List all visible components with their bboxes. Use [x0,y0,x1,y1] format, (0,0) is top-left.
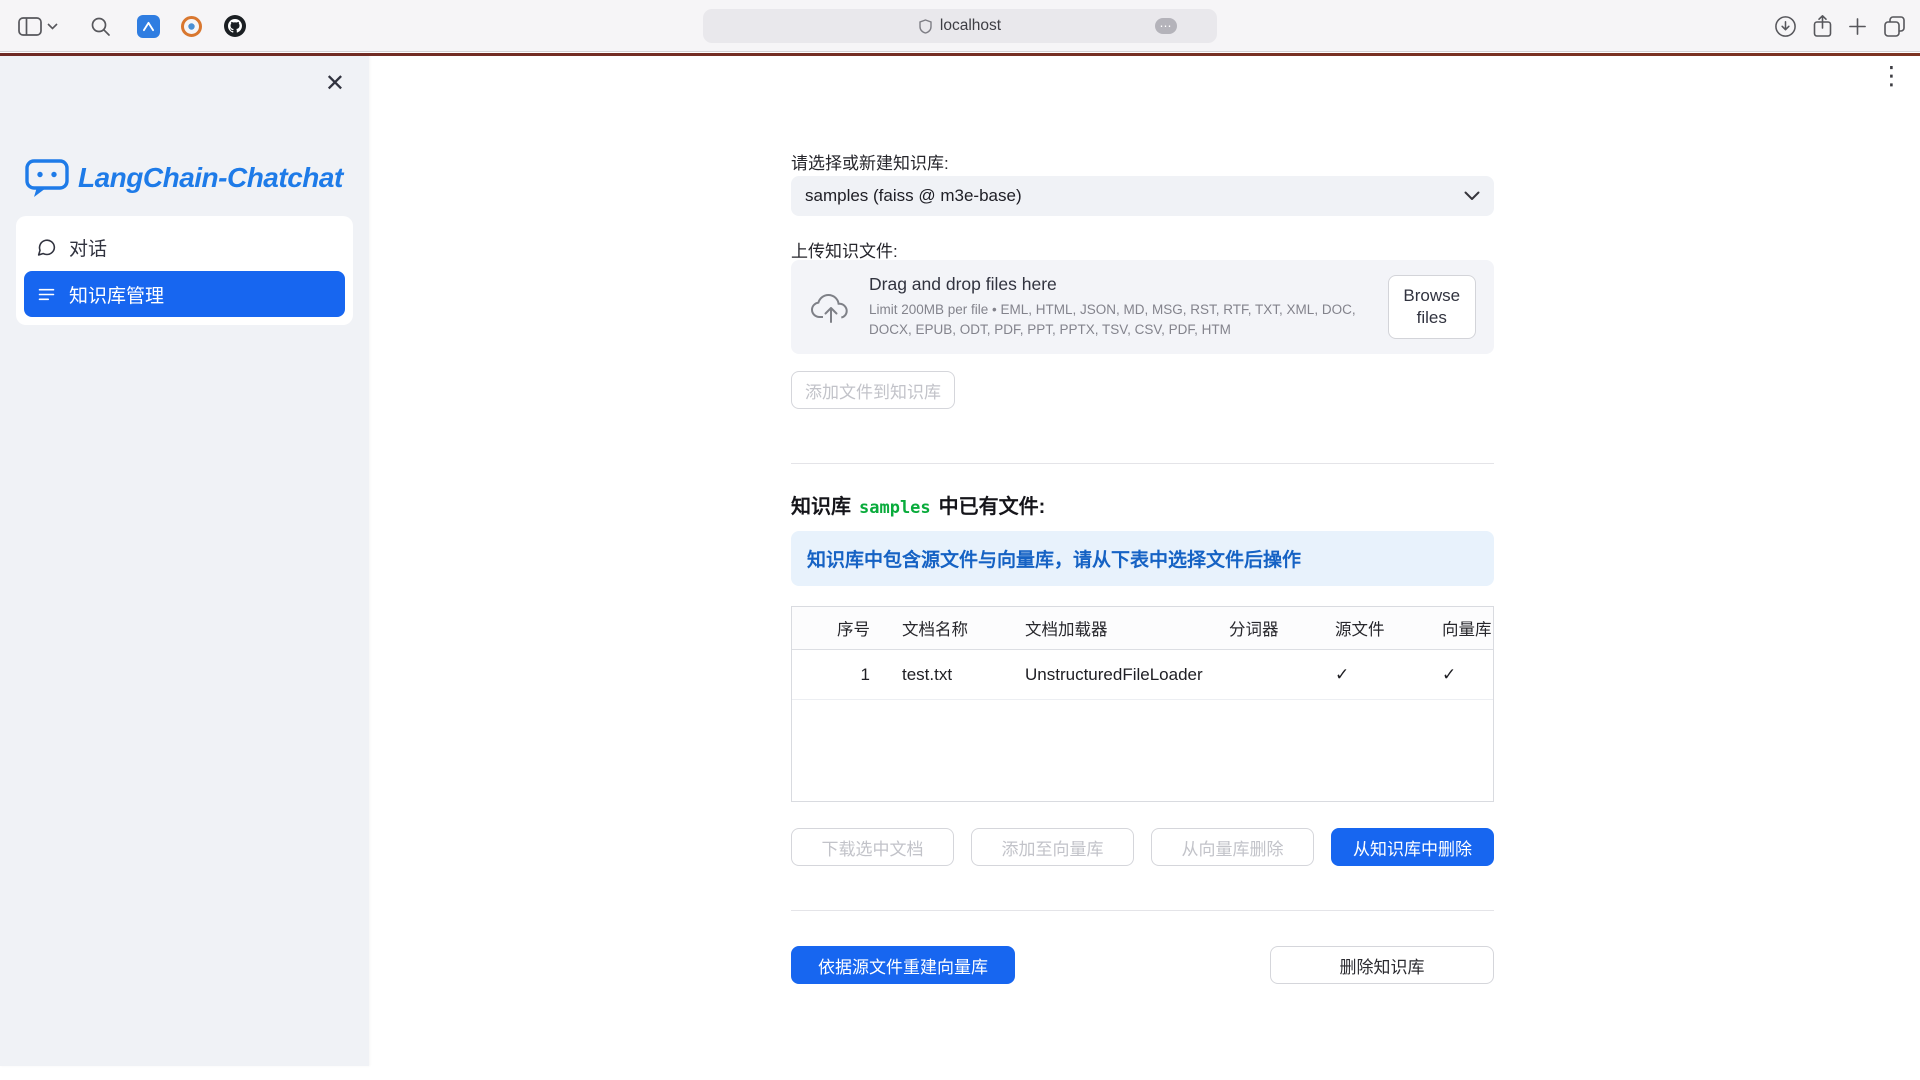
search-button[interactable] [90,16,111,37]
sidebar-nav: 对话 知识库管理 [16,216,353,325]
add-files-to-kb-button[interactable]: 添加文件到知识库 [791,371,955,409]
kb-select-label: 请选择或新建知识库: [791,149,949,174]
download-icon [1774,15,1797,38]
nav-item-label: 知识库管理 [69,281,164,308]
chevron-down-icon [1464,191,1480,201]
share-button[interactable] [1813,14,1832,38]
kb-select[interactable]: samples (faiss @ m3e-base) [791,176,1494,216]
app-logo: LangChain-Chatchat [24,156,343,200]
downloads-button[interactable] [1774,15,1797,38]
browse-files-button[interactable]: Browse files [1388,275,1476,339]
toolbar-left-group [18,0,247,52]
rebuild-vector-store-button[interactable]: 依据源文件重建向量库 [791,946,1015,984]
toolbar-right-group [1774,0,1906,52]
tabs-icon [1883,15,1906,38]
sidebar-panel-icon [18,17,42,36]
main-content: 请选择或新建知识库: samples (faiss @ m3e-base) 上传… [791,0,1494,1080]
blue-extension-icon [137,15,160,38]
nav-item-kb-management[interactable]: 知识库管理 [24,271,345,317]
cell-source-file-check: ✓ [1319,665,1426,685]
footer-actions-row: 依据源文件重建向量库 删除知识库 [791,946,1494,984]
tab-overview-button[interactable] [1883,15,1906,38]
files-heading-suffix: 中已有文件: [939,490,1046,519]
github-extension-button[interactable] [223,14,247,38]
screen: localhost ⋯ [0,0,1920,1080]
file-dropzone[interactable]: Drag and drop files here Limit 200MB per… [791,260,1494,354]
knowledge-base-icon [36,284,57,305]
chat-bubble-icon [36,237,57,258]
sidebar-toggle-button[interactable] [18,17,58,36]
download-selected-button[interactable]: 下载选中文档 [791,828,954,866]
table-header-doc-name[interactable]: 文档名称 [886,616,1009,640]
file-actions-row: 下载选中文档 添加至向量库 从向量库删除 从知识库中删除 [791,828,1494,866]
dropzone-title: Drag and drop files here [869,274,1370,295]
new-tab-button[interactable] [1848,17,1867,36]
logo-chat-icon [24,156,70,200]
dropzone-text: Drag and drop files here Limit 200MB per… [869,274,1370,339]
kb-select-value: samples (faiss @ m3e-base) [805,186,1464,206]
info-banner: 知识库中包含源文件与向量库，请从下表中选择文件后操作 [791,531,1494,586]
files-heading-prefix: 知识库 [791,490,851,519]
table-header-row: 序号 文档名称 文档加载器 分词器 源文件 向量库 [792,607,1493,650]
divider [791,910,1494,911]
remove-from-vector-store-button[interactable]: 从向量库删除 [1151,828,1314,866]
nav-item-label: 对话 [69,234,107,261]
delete-kb-button[interactable]: 删除知识库 [1270,946,1494,984]
github-icon [223,14,247,38]
add-to-vector-store-button[interactable]: 添加至向量库 [971,828,1134,866]
nav-item-dialogue[interactable]: 对话 [24,224,345,270]
table-empty-area [792,700,1493,802]
chevron-down-icon [47,23,58,30]
sidebar-close-button[interactable]: ✕ [319,66,351,102]
table-header-index[interactable]: 序号 [792,616,886,640]
app-menu-button[interactable]: ⋮ [1875,60,1908,93]
cell-loader: UnstructuredFileLoader [1009,665,1213,685]
ring-extension-icon [180,15,203,38]
table-header-source-file[interactable]: 源文件 [1319,616,1426,640]
table-header-vector-store[interactable]: 向量库 [1426,616,1493,640]
table-header-splitter[interactable]: 分词器 [1213,616,1319,640]
logo-text: LangChain-Chatchat [78,162,343,194]
share-icon [1813,14,1832,38]
files-table: 序号 文档名称 文档加载器 分词器 源文件 向量库 1 test.txt Uns… [791,606,1494,802]
plus-icon [1848,17,1867,36]
extension-button-ring[interactable] [180,15,203,38]
table-row[interactable]: 1 test.txt UnstructuredFileLoader ✓ ✓ [792,650,1493,700]
cell-doc-name: test.txt [886,665,1009,685]
sidebar: ✕ LangChain-Chatchat 对话 知识库管理 [0,56,369,1066]
delete-from-kb-button[interactable]: 从知识库中删除 [1331,828,1494,866]
cloud-upload-icon [809,291,851,324]
extension-button-blue[interactable] [137,15,160,38]
kb-name-code: samples [859,498,931,518]
divider [791,463,1494,464]
upload-label: 上传知识文件: [791,237,898,262]
cell-index: 1 [792,665,886,685]
cell-vector-store-check: ✓ [1426,665,1493,685]
search-icon [90,16,111,37]
dropzone-limit: Limit 200MB per file • EML, HTML, JSON, … [869,300,1370,339]
table-header-loader[interactable]: 文档加载器 [1009,616,1213,640]
files-heading: 知识库 samples 中已有文件: [791,490,1045,519]
